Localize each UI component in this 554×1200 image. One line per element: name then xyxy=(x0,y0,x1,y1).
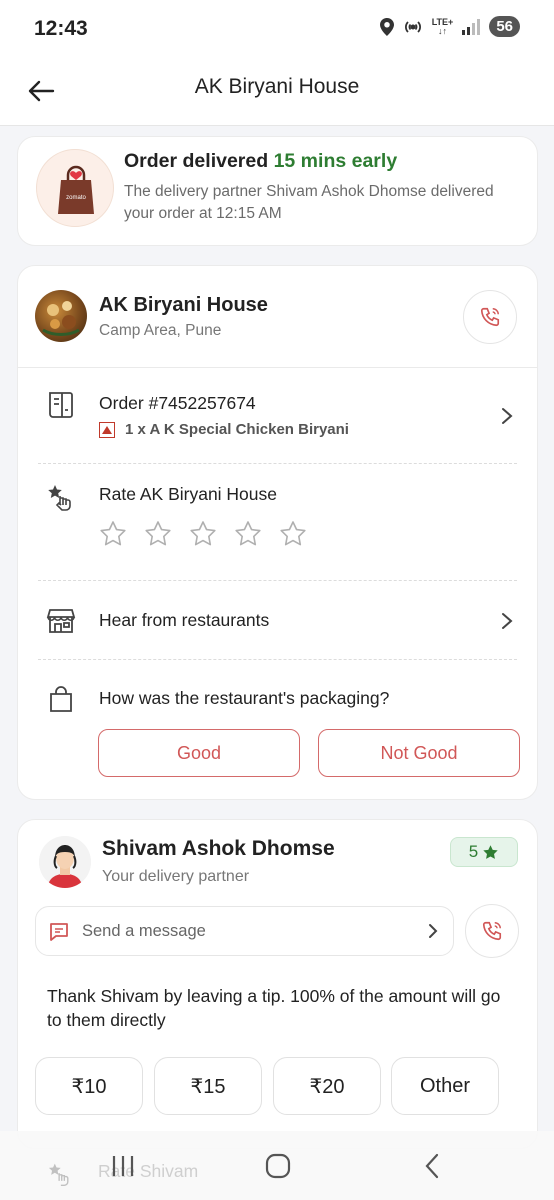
packaging-question: How was the restaurant's packaging? xyxy=(99,688,390,708)
chevron-right-icon xyxy=(502,613,513,629)
tip-option-other[interactable]: Other xyxy=(391,1057,499,1115)
early-highlight: 15 mins early xyxy=(273,150,398,172)
dashed-divider xyxy=(38,659,517,660)
dashed-divider xyxy=(38,580,517,581)
storefront-icon xyxy=(46,609,76,633)
location-icon xyxy=(379,17,394,36)
message-icon xyxy=(50,923,68,941)
status-icons: LTE+ ↓↑ 56 xyxy=(379,16,520,37)
partner-subtitle: Your delivery partner xyxy=(102,868,250,885)
phone-call-icon xyxy=(482,921,502,941)
dashed-divider xyxy=(38,463,517,464)
partner-rating-value: 5 xyxy=(468,842,479,861)
tip-option-20[interactable]: ₹20 xyxy=(273,1057,381,1115)
partner-avatar xyxy=(39,836,91,888)
hear-from-restaurants-label: Hear from restaurants xyxy=(99,610,270,630)
delivery-status-title: Order delivered 15 mins early xyxy=(124,150,398,172)
divider xyxy=(18,367,537,368)
restaurant-area: Camp Area, Pune xyxy=(99,322,222,339)
partner-rating-badge: 5 xyxy=(450,837,518,867)
star-icon[interactable] xyxy=(189,520,217,548)
star-icon[interactable] xyxy=(99,520,127,548)
star-rating xyxy=(99,520,307,548)
system-navigation-bar: Rate Shivam xyxy=(0,1131,554,1200)
partner-name: Shivam Ashok Dhomse xyxy=(102,837,335,860)
call-restaurant-button[interactable] xyxy=(463,290,517,344)
call-partner-button[interactable] xyxy=(465,904,519,958)
status-bar: 12:43 LTE+ ↓↑ 56 xyxy=(0,0,554,60)
app-header: AK Biryani House xyxy=(0,60,554,126)
delivery-bag-icon: zomato xyxy=(58,165,94,214)
restaurant-name: AK Biryani House xyxy=(99,294,268,316)
tip-option-15[interactable]: ₹15 xyxy=(154,1057,262,1115)
rate-restaurant-label: Rate AK Biryani House xyxy=(99,484,278,504)
hotspot-icon xyxy=(404,20,421,33)
delivery-bag-image: zomato xyxy=(36,149,114,227)
restaurant-card: AK Biryani House Camp Area, Pune Order #… xyxy=(17,265,538,800)
home-icon[interactable] xyxy=(263,1151,293,1181)
send-message-input[interactable]: Send a message xyxy=(35,906,454,956)
network-type-indicator: LTE+ ↓↑ xyxy=(431,16,454,36)
bag-brand-text: zomato xyxy=(66,195,86,201)
order-item-text: 1 x A K Special Chicken Biryani xyxy=(125,421,349,438)
chevron-right-icon xyxy=(429,924,438,938)
packaging-good-button[interactable]: Good xyxy=(98,729,300,777)
shopping-bag-icon xyxy=(50,686,72,712)
star-filled-icon xyxy=(483,844,498,859)
page-title: AK Biryani House xyxy=(194,75,360,98)
battery-indicator: 56 xyxy=(489,16,520,37)
rate-star-hand-icon xyxy=(48,1163,69,1186)
phone-call-icon xyxy=(480,307,500,327)
order-number: Order #7452257674 xyxy=(99,393,256,413)
chevron-right-icon xyxy=(502,408,513,424)
receipt-icon xyxy=(49,392,73,418)
star-icon[interactable] xyxy=(234,520,262,548)
delivery-status-card: zomato Order delivered 15 mins early The… xyxy=(17,136,538,246)
tip-option-10[interactable]: ₹10 xyxy=(35,1057,143,1115)
back-nav-icon[interactable] xyxy=(418,1151,448,1181)
order-item-line: 1 x A K Special Chicken Biryani xyxy=(99,421,349,438)
restaurant-image xyxy=(35,290,87,342)
rate-star-hand-icon xyxy=(48,485,71,511)
tip-description: Thank Shivam by leaving a tip. 100% of t… xyxy=(47,986,501,1030)
packaging-not-good-button[interactable]: Not Good xyxy=(318,729,520,777)
recent-apps-icon[interactable] xyxy=(108,1151,138,1181)
message-placeholder: Send a message xyxy=(82,922,206,940)
status-time: 12:43 xyxy=(34,17,88,40)
non-veg-icon xyxy=(99,421,115,438)
delivery-partner-card: Shivam Ashok Dhomse Your delivery partne… xyxy=(17,819,538,1149)
signal-icon xyxy=(462,18,481,35)
star-icon[interactable] xyxy=(279,520,307,548)
star-icon[interactable] xyxy=(144,520,172,548)
delivery-status-detail: The delivery partner Shivam Ashok Dhomse… xyxy=(124,183,494,222)
